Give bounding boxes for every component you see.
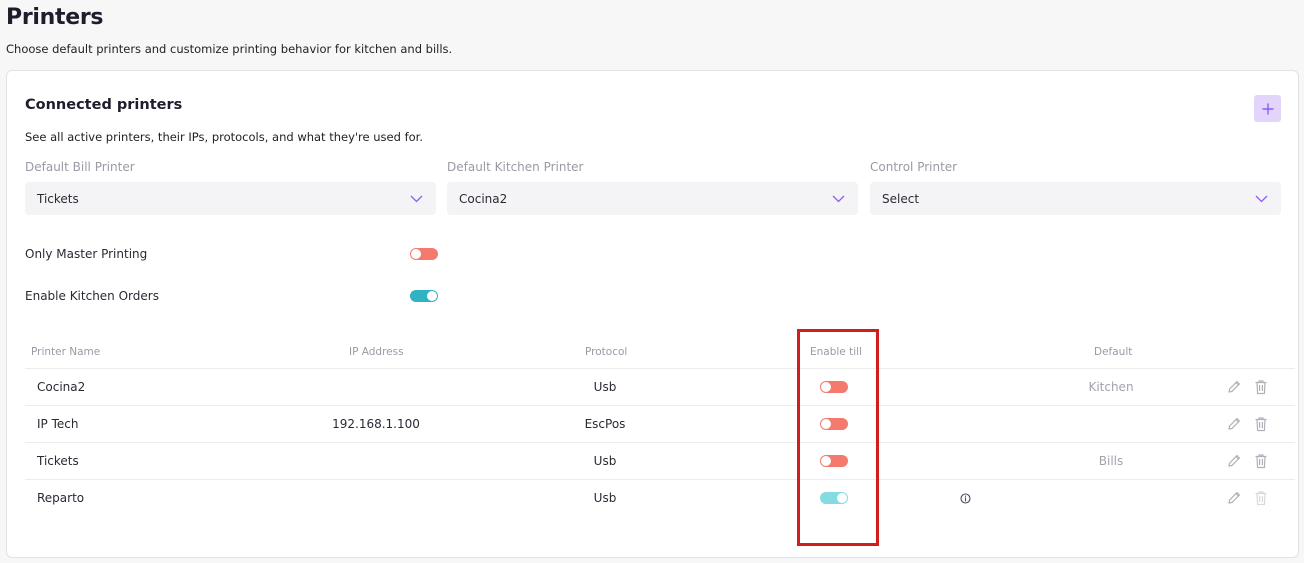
default-bill-printer-value: Tickets: [37, 191, 79, 206]
page-subtitle: Choose default printers and customize pr…: [6, 42, 453, 56]
card-title: Connected printers: [25, 97, 183, 113]
add-printer-button[interactable]: [1254, 95, 1281, 122]
edit-pencil-icon[interactable]: [1226, 489, 1242, 507]
ip-address: 192.168.1.100: [332, 417, 420, 431]
edit-pencil-icon[interactable]: [1226, 452, 1242, 470]
default-use: Bills: [1098, 454, 1124, 468]
printer-name: Reparto: [37, 491, 85, 505]
control-printer-select[interactable]: Select: [870, 182, 1281, 215]
column-header-protocol: Protocol: [585, 346, 628, 358]
delete-trash-icon[interactable]: [1253, 415, 1269, 433]
enable-kitchen-orders-label: Enable Kitchen Orders: [25, 289, 159, 303]
card-subtitle: See all active printers, their IPs, prot…: [25, 130, 423, 144]
table-row: Cocina2 Usb Kitchen: [25, 368, 1295, 405]
control-printer-value: Select: [882, 191, 920, 206]
chevron-down-icon: [1255, 195, 1268, 202]
default-kitchen-printer-value: Cocina2: [459, 191, 508, 206]
column-header-ip-address: IP Address: [349, 346, 404, 358]
default-use: Kitchen: [1088, 380, 1134, 394]
protocol: Usb: [593, 380, 617, 394]
chevron-down-icon: [410, 195, 423, 202]
default-bill-printer-label: Default Bill Printer: [25, 160, 135, 174]
column-header-printer-name: Printer Name: [31, 346, 101, 358]
protocol: EscPos: [584, 417, 626, 431]
default-bill-printer-select[interactable]: Tickets: [25, 182, 436, 215]
only-master-printing-label: Only Master Printing: [25, 247, 148, 261]
delete-trash-icon[interactable]: [1253, 378, 1269, 396]
protocol: Usb: [593, 454, 617, 468]
default-kitchen-printer-select[interactable]: Cocina2: [447, 182, 858, 215]
edit-pencil-icon[interactable]: [1226, 415, 1242, 433]
protocol: Usb: [593, 491, 617, 505]
delete-trash-icon[interactable]: [1253, 489, 1269, 507]
plus-icon: [1261, 102, 1274, 115]
delete-trash-icon[interactable]: [1253, 452, 1269, 470]
only-master-printing-toggle[interactable]: [410, 248, 438, 260]
table-row: Reparto Usb: [25, 479, 1295, 516]
control-printer-label: Control Printer: [870, 160, 958, 174]
table-row: Tickets Usb Bills: [25, 442, 1295, 479]
column-header-default: Default: [1094, 346, 1133, 358]
default-kitchen-printer-label: Default Kitchen Printer: [447, 160, 584, 174]
printer-name: IP Tech: [37, 417, 79, 431]
info-icon[interactable]: [960, 493, 971, 504]
chevron-down-icon: [832, 195, 845, 202]
connected-printers-card: Connected printers See all active printe…: [6, 70, 1299, 558]
printer-name: Tickets: [37, 454, 79, 468]
table-row: IP Tech 192.168.1.100 EscPos: [25, 405, 1295, 442]
printer-name: Cocina2: [37, 380, 86, 394]
enable-till-highlight-box: [797, 329, 879, 546]
enable-kitchen-orders-toggle[interactable]: [410, 290, 438, 302]
page-title: Printers: [6, 5, 104, 30]
edit-pencil-icon[interactable]: [1226, 378, 1242, 396]
